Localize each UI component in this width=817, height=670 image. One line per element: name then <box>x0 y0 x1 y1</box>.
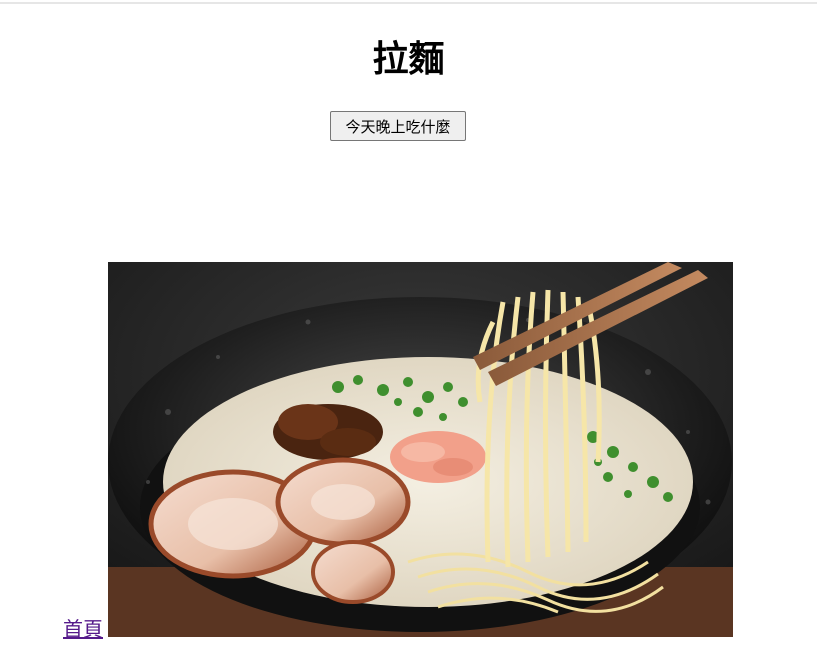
page-title: 拉麵 <box>372 39 445 80</box>
pickled-ginger <box>390 431 486 483</box>
top-divider <box>0 2 817 4</box>
what-to-eat-tonight-button[interactable]: 今天晚上吃什麼 <box>330 111 466 141</box>
wood-ear-mushroom <box>273 404 383 460</box>
home-link[interactable]: 首頁 <box>63 616 103 642</box>
ramen-photo <box>108 262 733 637</box>
